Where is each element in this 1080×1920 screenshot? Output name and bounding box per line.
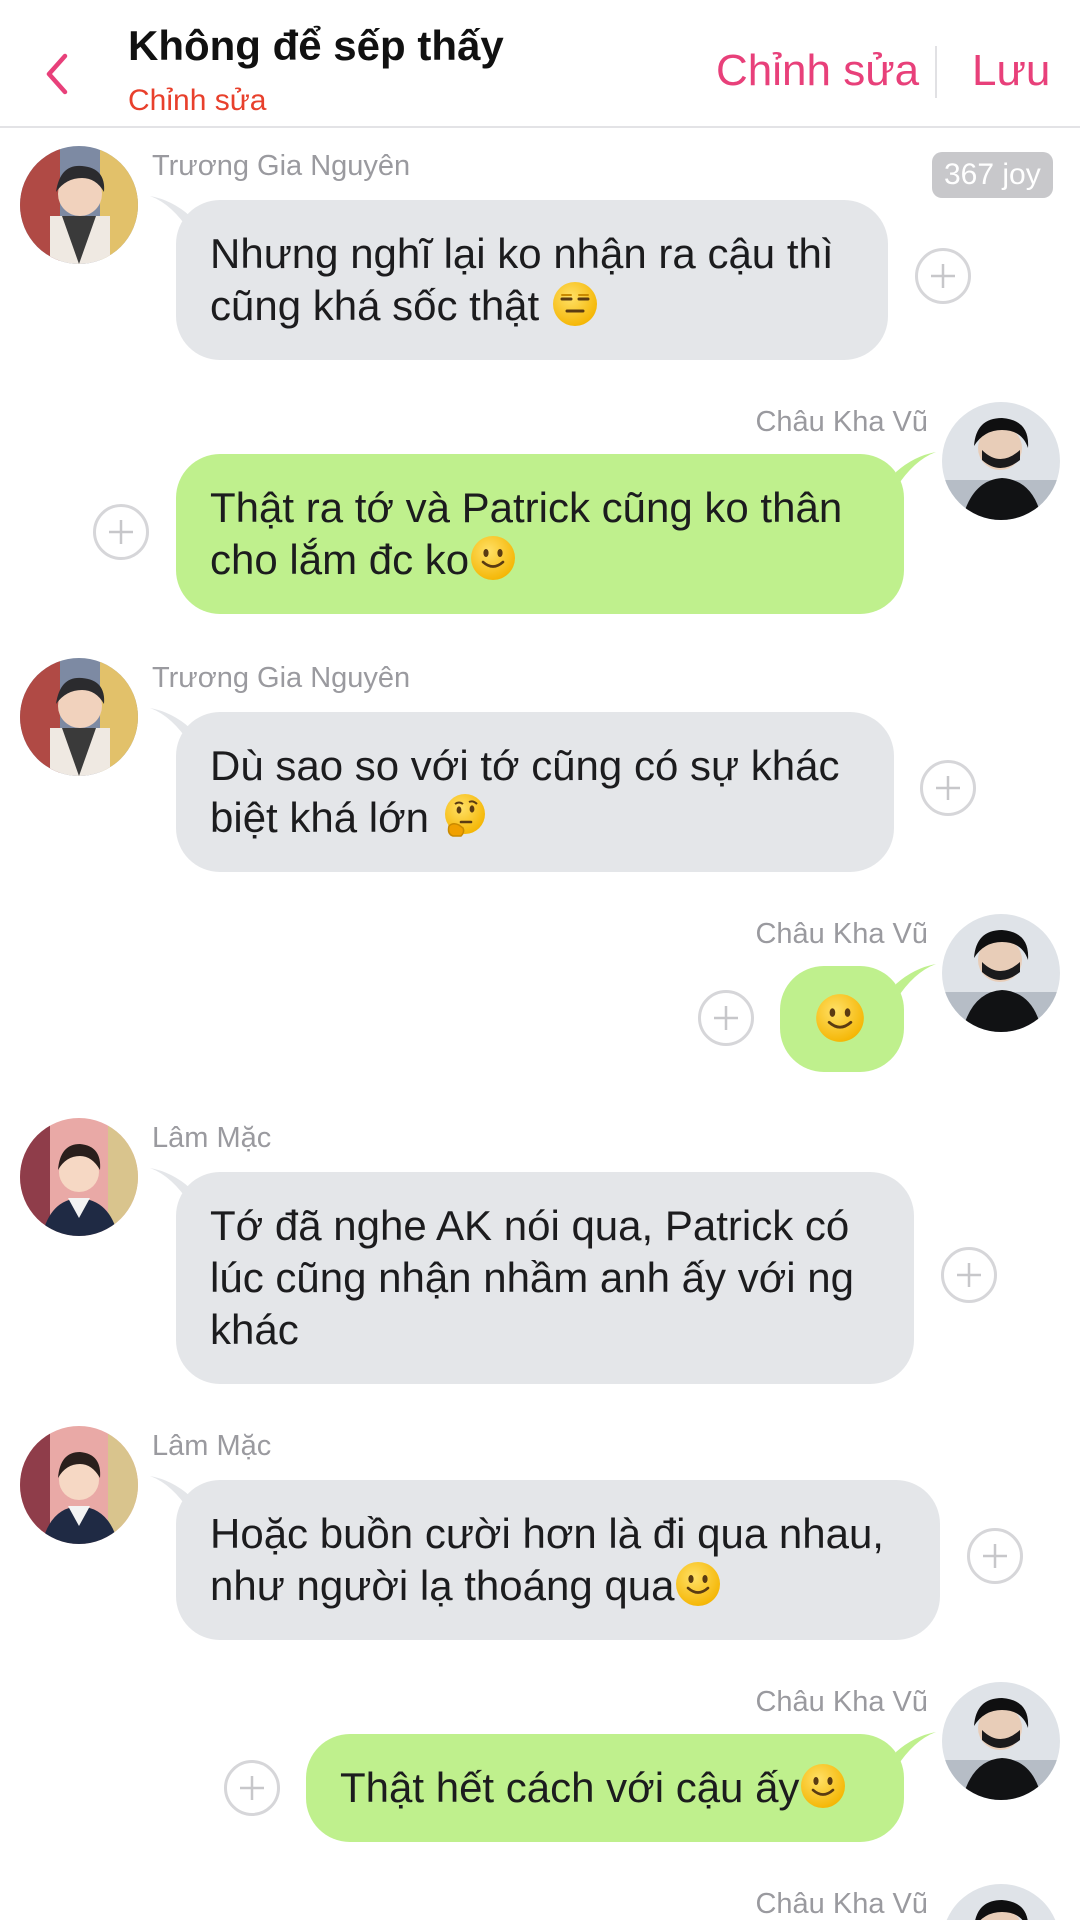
add-reaction-button[interactable]: [224, 1760, 280, 1816]
message-bubble[interactable]: [780, 966, 904, 1072]
avatar[interactable]: [20, 146, 138, 264]
page-subtitle[interactable]: Chỉnh sửa: [128, 84, 267, 118]
plus-icon: [931, 264, 955, 288]
sender-name: Châu Kha Vũ: [755, 1686, 928, 1718]
message-bubble[interactable]: Hoặc buồn cười hơn là đi qua nhau, như n…: [176, 1480, 940, 1640]
add-reaction-button[interactable]: [915, 248, 971, 304]
message-text: Thật hết cách với cậu ấy: [340, 1764, 800, 1811]
slightly-smiling-face-icon: [799, 1762, 847, 1810]
message-text: Dù sao so với tớ cũng có sự khác biệt kh…: [210, 742, 840, 841]
joy-badge: 367 joy: [932, 152, 1053, 198]
message-bubble[interactable]: Thật ra tớ và Patrick cũng ko thân cho l…: [176, 454, 904, 614]
plus-icon: [714, 1006, 738, 1030]
sender-name: Trương Gia Nguyên: [152, 662, 411, 694]
header-divider: [935, 46, 937, 98]
save-button[interactable]: Lưu: [972, 46, 1050, 96]
sender-name: Lâm Mặc: [152, 1430, 272, 1462]
avatar[interactable]: [942, 1884, 1060, 1920]
bubble-tail: [896, 1732, 936, 1768]
avatar[interactable]: [20, 1426, 138, 1544]
slightly-smiling-face-icon: [674, 1560, 722, 1608]
edit-button[interactable]: Chỉnh sửa: [716, 46, 919, 96]
add-reaction-button[interactable]: [941, 1247, 997, 1303]
plus-icon: [240, 1776, 264, 1800]
sender-name: Châu Kha Vũ: [755, 1888, 928, 1920]
bubble-tail: [896, 964, 936, 1000]
avatar[interactable]: [942, 1682, 1060, 1800]
avatar[interactable]: [20, 658, 138, 776]
message-text: Nhưng nghĩ lại ko nhận ra cậu thì cũng k…: [210, 230, 834, 329]
message-text: Thật ra tớ và Patrick cũng ko thân cho l…: [210, 484, 843, 583]
plus-icon: [109, 520, 133, 544]
sender-name: Châu Kha Vũ: [755, 406, 928, 438]
message-text: Hoặc buồn cười hơn là đi qua nhau, như n…: [210, 1510, 884, 1609]
message-bubble[interactable]: Thật hết cách với cậu ấy: [306, 1734, 904, 1842]
add-reaction-button[interactable]: [93, 504, 149, 560]
chat-header: Không để sếp thấy Chỉnh sửa Chỉnh sửa Lư…: [0, 0, 1080, 128]
add-reaction-button[interactable]: [698, 990, 754, 1046]
bubble-tail: [896, 452, 936, 488]
plus-icon: [936, 776, 960, 800]
avatar[interactable]: [942, 914, 1060, 1032]
message-bubble[interactable]: Nhưng nghĩ lại ko nhận ra cậu thì cũng k…: [176, 200, 888, 360]
slightly-smiling-face-icon: [814, 992, 866, 1044]
chevron-left-icon: [46, 53, 68, 95]
add-reaction-button[interactable]: [920, 760, 976, 816]
sender-name: Châu Kha Vũ: [755, 918, 928, 950]
thinking-face-icon: [441, 792, 489, 840]
plus-icon: [983, 1544, 1007, 1568]
avatar[interactable]: [20, 1118, 138, 1236]
add-reaction-button[interactable]: [967, 1528, 1023, 1584]
slightly-smiling-face-icon: [469, 534, 517, 582]
message-text: Tớ đã nghe AK nói qua, Patrick có lúc cũ…: [210, 1202, 854, 1353]
expressionless-face-icon: [551, 280, 599, 328]
message-bubble[interactable]: Dù sao so với tớ cũng có sự khác biệt kh…: [176, 712, 894, 872]
message-bubble[interactable]: Tớ đã nghe AK nói qua, Patrick có lúc cũ…: [176, 1172, 914, 1384]
avatar[interactable]: [942, 402, 1060, 520]
sender-name: Trương Gia Nguyên: [152, 150, 411, 182]
back-button[interactable]: [36, 44, 76, 104]
plus-icon: [957, 1263, 981, 1287]
sender-name: Lâm Mặc: [152, 1122, 272, 1154]
page-title: Không để sếp thấy: [128, 22, 504, 69]
